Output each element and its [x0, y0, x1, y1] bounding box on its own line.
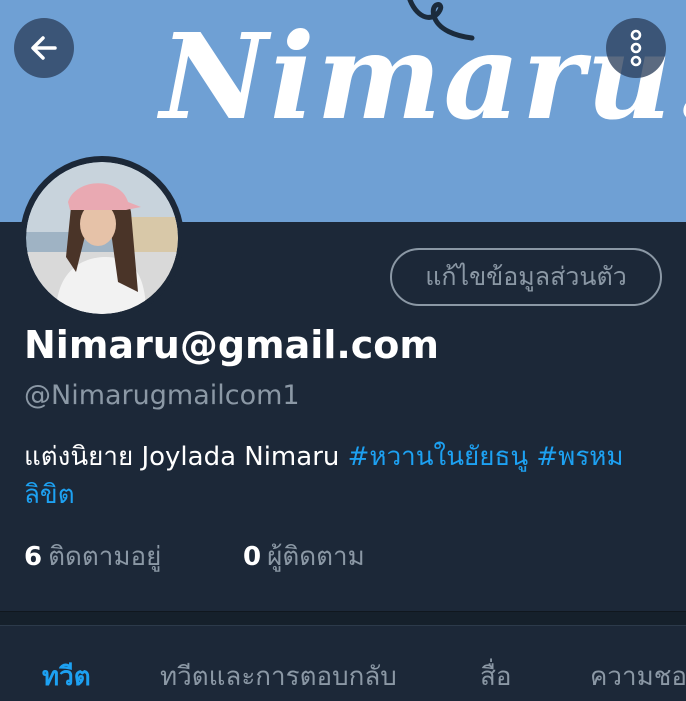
following-label: ติดตามอยู่ — [48, 542, 162, 572]
user-handle: @Nimarugmailcom1 — [24, 380, 300, 411]
edit-profile-button[interactable]: แก้ไขข้อมูลส่วนตัว — [390, 248, 662, 306]
followers-stat[interactable]: 0 ผู้ติดตาม — [243, 536, 365, 577]
avatar-image — [26, 162, 178, 314]
profile-tabs: ทวีต ทวีตและการตอบกลับ สื่อ ความชอบ — [0, 625, 686, 701]
arrow-left-icon — [31, 36, 57, 60]
followers-label: ผู้ติดตาม — [267, 542, 365, 572]
more-options-button[interactable] — [606, 18, 666, 78]
avatar[interactable] — [20, 156, 184, 320]
tab-likes[interactable]: ความชอบ — [590, 656, 686, 697]
section-divider — [0, 611, 686, 626]
profile-bio: แต่งนิยาย Joylada Nimaru #หวานในยัยธนู #… — [24, 438, 664, 514]
followers-count: 0 — [243, 542, 262, 572]
tab-tweets[interactable]: ทวีต — [42, 656, 91, 697]
more-vertical-icon — [630, 29, 642, 67]
back-button[interactable] — [14, 18, 74, 78]
bio-text: แต่งนิยาย Joylada Nimaru — [24, 442, 348, 472]
following-stat[interactable]: 6 ติดตามอยู่ — [24, 536, 161, 577]
display-name: Nimaru@gmail.com — [24, 323, 440, 367]
bio-hashtag-link[interactable]: #หวานในยัยธนู — [348, 442, 528, 472]
tab-tweets-and-replies[interactable]: ทวีตและการตอบกลับ — [160, 656, 397, 697]
banner-title: Nimaru. — [160, 7, 686, 146]
tab-media[interactable]: สื่อ — [480, 656, 511, 697]
following-count: 6 — [24, 542, 43, 572]
